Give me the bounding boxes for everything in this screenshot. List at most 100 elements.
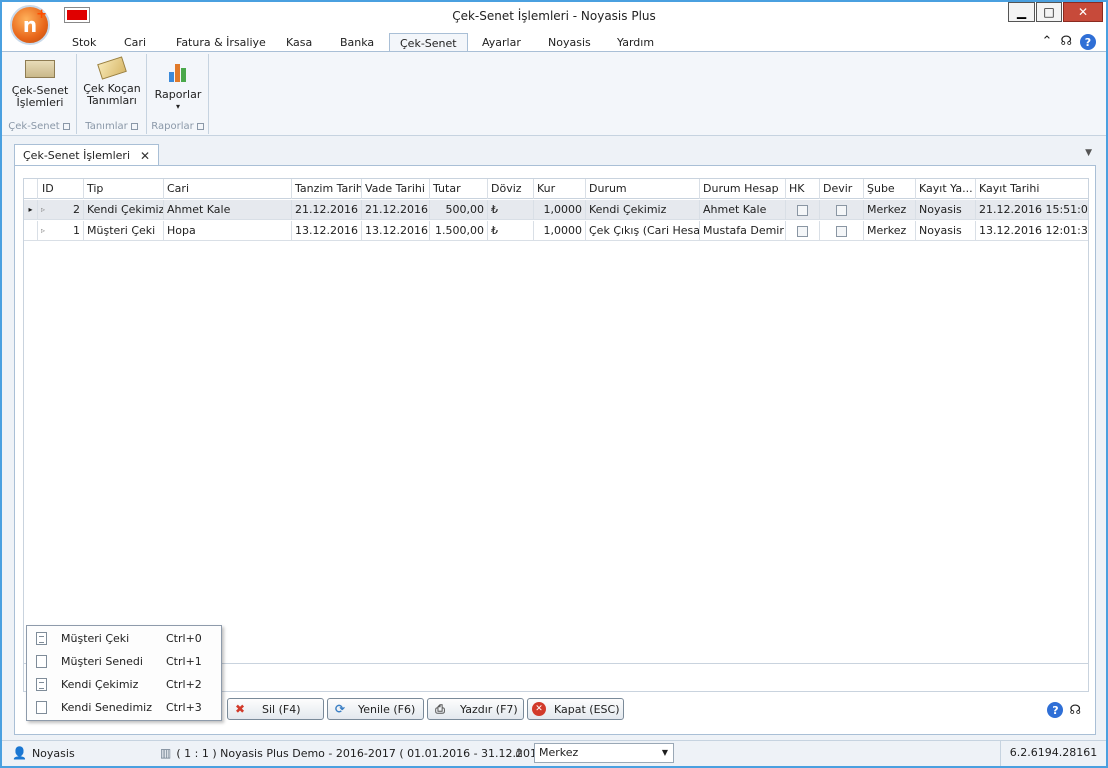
refresh-icon: ⟳ [334, 702, 346, 716]
cek-senet-grid: ID Tip Cari Tanzim Tarihi Vade Tarihi Tu… [23, 178, 1089, 664]
tab-kasa[interactable]: Kasa [276, 33, 322, 52]
cell-sube: Merkez [864, 200, 916, 220]
column-header-kur[interactable]: Kur [534, 179, 586, 199]
cell-devir [820, 200, 864, 220]
raporlar-button[interactable]: Raporlar ▾ [150, 60, 206, 113]
column-header-vade-tarihi[interactable]: Vade Tarihi [362, 179, 430, 199]
menu-item-musteri-senedi[interactable]: Müşteri Senedi Ctrl+1 [27, 650, 221, 673]
column-header-tutar[interactable]: Tutar [430, 179, 488, 199]
ribbon-group-tanimlar: Çek Koçan Tanımları Tanımlar [77, 54, 147, 134]
plus-icon: + [36, 7, 47, 22]
close-form-button-label: Kapat (ESC) [554, 702, 620, 716]
minimize-button[interactable]: ▁ [1008, 2, 1035, 22]
dialog-launcher-icon[interactable] [196, 122, 204, 130]
branch-select[interactable]: Merkez ▼ [534, 743, 674, 763]
menu-item-label: Müşteri Senedi [61, 655, 143, 668]
hk-checkbox[interactable] [797, 204, 808, 216]
column-header-id[interactable]: ID [38, 179, 84, 199]
column-header-durum-hesap[interactable]: Durum Hesap [700, 179, 786, 199]
cell-kayit-yapan: Noyasis [916, 221, 976, 241]
help-icon[interactable]: ? [1080, 34, 1096, 50]
cek-senet-islemleri-button[interactable]: Çek-Senet İşlemleri [8, 60, 72, 109]
maximize-button[interactable]: □ [1036, 2, 1062, 22]
database-info: ( 1 : 1 ) Noyasis Plus Demo - 2016-2017 … [176, 746, 552, 760]
cek-kocan-tanimlari-button[interactable]: Çek Koçan Tanımları [80, 56, 144, 107]
column-header-durum[interactable]: Durum [586, 179, 700, 199]
cell-hk [786, 200, 820, 220]
devir-checkbox[interactable] [836, 204, 847, 216]
column-header-doviz[interactable]: Döviz [488, 179, 534, 199]
ribbon-group-raporlar: Raporlar ▾ Raporlar [147, 54, 209, 134]
column-header-cari[interactable]: Cari [164, 179, 292, 199]
delete-button[interactable]: ✖ Sil (F4) [227, 698, 324, 720]
document-tab[interactable]: Çek-Senet İşlemleri ✕ [14, 144, 160, 166]
noyasis-logo-icon[interactable]: n + [10, 5, 50, 45]
delete-x-icon: ✖ [234, 702, 246, 716]
dialog-launcher-icon[interactable] [130, 122, 138, 130]
table-row[interactable]: ▹ 1 Müşteri Çeki Hopa 13.12.2016 13.12.2… [24, 221, 1088, 241]
ribbon-group-label: Raporlar [147, 121, 208, 132]
column-header-devir[interactable]: Devir [820, 179, 864, 199]
cheque-icon [25, 60, 55, 78]
column-header-sube[interactable]: Şube [864, 179, 916, 199]
ribbon-group-label: Tanımlar [77, 121, 146, 132]
dialog-launcher-icon[interactable] [62, 122, 70, 130]
tab-cari[interactable]: Cari [114, 33, 156, 52]
tab-cek-senet[interactable]: Çek-Senet [389, 33, 468, 52]
chevron-down-icon: ▼ [661, 748, 668, 757]
menu-item-shortcut: Ctrl+0 [166, 632, 202, 645]
status-database: ▥ ( 1 : 1 ) Noyasis Plus Demo - 2016-201… [160, 746, 552, 760]
cell-cari: Ahmet Kale [164, 200, 292, 220]
hk-checkbox[interactable] [797, 225, 808, 237]
tab-fatura-irsaliye[interactable]: Fatura & İrsaliye [166, 33, 276, 52]
help-icon[interactable]: ? [1047, 702, 1064, 718]
branch-value: Merkez [539, 746, 579, 759]
cell-devir [820, 221, 864, 241]
bottom-right-icons: ? ☊ [1047, 702, 1081, 718]
menu-item-shortcut: Ctrl+3 [166, 701, 202, 714]
cell-vade-tarihi: 13.12.2016 [362, 221, 430, 241]
expand-row-icon[interactable]: ▹ [38, 200, 50, 220]
print-button[interactable]: ⎙ Yazdır (F7) [427, 698, 524, 720]
refresh-button[interactable]: ⟳ Yenile (F6) [327, 698, 424, 720]
row-indicator-icon: ▸ [24, 200, 38, 220]
cell-durum: Kendi Çekimiz [586, 200, 700, 220]
menu-item-label: Müşteri Çeki [61, 632, 130, 645]
menu-item-musteri-ceki[interactable]: Müşteri Çeki Ctrl+0 [27, 627, 221, 650]
tab-stok[interactable]: Stok [62, 33, 106, 52]
menu-item-label: Kendi Senedimiz [61, 701, 153, 714]
headset-icon[interactable]: ☊ [1060, 34, 1072, 50]
cell-durum-hesap: Mustafa Demir [700, 221, 786, 241]
table-row[interactable]: ▸ ▹ 2 Kendi Çekimiz Ahmet Kale 21.12.201… [24, 200, 1088, 220]
ribbon-tabs: Stok Cari Fatura & İrsaliye Kasa Banka Ç… [2, 30, 1106, 52]
close-tab-icon[interactable]: ✕ [140, 149, 150, 163]
title-bar: n + Çek-Senet İşlemleri - Noyasis Plus ▁ … [2, 2, 1106, 45]
expand-row-icon[interactable]: ▹ [38, 221, 50, 241]
cell-id: 1 [50, 221, 84, 241]
cell-doviz: ₺ [488, 200, 534, 220]
button-label-line2: İşlemleri [16, 96, 64, 109]
bar-chart-icon [168, 60, 188, 82]
headset-icon[interactable]: ☊ [1069, 703, 1081, 718]
cheque-book-icon [97, 56, 127, 80]
chevron-up-icon[interactable]: ⌃ [1042, 34, 1053, 50]
menu-item-kendi-cekimiz[interactable]: Kendi Çekimiz Ctrl+2 [27, 673, 221, 696]
tab-noyasis[interactable]: Noyasis [538, 33, 601, 52]
tab-banka[interactable]: Banka [330, 33, 384, 52]
cell-kur: 1,0000 [534, 200, 586, 220]
tab-list-dropdown-icon[interactable]: ▼ [1085, 148, 1092, 158]
network-icon: ⋔ [514, 746, 525, 760]
tab-ayarlar[interactable]: Ayarlar [472, 33, 531, 52]
column-header-kayit-yapan[interactable]: Kayıt Ya... [916, 179, 976, 199]
column-header-tanzim-tarihi[interactable]: Tanzim Tarihi [292, 179, 362, 199]
devir-checkbox[interactable] [836, 225, 847, 237]
menu-item-kendi-senedimiz[interactable]: Kendi Senedimiz Ctrl+3 [27, 696, 221, 719]
cell-sube: Merkez [864, 221, 916, 241]
column-header-kayit-tarihi[interactable]: Kayıt Tarihi [976, 179, 1088, 199]
close-window-button[interactable]: ✕ [1063, 2, 1103, 22]
column-header-hk[interactable]: HK [786, 179, 820, 199]
version-label: 6.2.6194.28161 [1000, 741, 1106, 766]
close-form-button[interactable]: ✕ Kapat (ESC) [527, 698, 624, 720]
column-header-tip[interactable]: Tip [84, 179, 164, 199]
tab-yardim[interactable]: Yardım [607, 33, 664, 52]
